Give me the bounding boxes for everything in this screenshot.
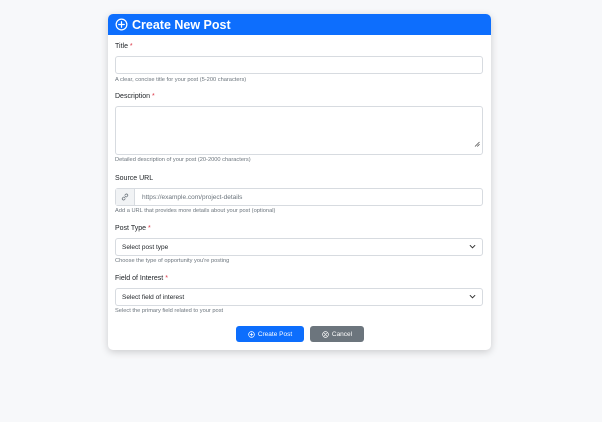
create-post-label: Create Post (257, 330, 293, 338)
page-title: Create New Post (132, 17, 231, 32)
chevron-down-icon (469, 244, 476, 251)
source-url-label: Source URL (115, 175, 154, 182)
field-of-interest-select[interactable]: Select field of interest (115, 288, 483, 306)
card-header: Create New Post (108, 14, 491, 35)
post-type-select[interactable]: Select post type (115, 238, 483, 256)
post-type-selected: Select post type (122, 243, 169, 251)
source-url-group[interactable]: https://example.com/project-details (115, 188, 483, 206)
title-label: Title * (115, 43, 133, 50)
post-type-help: Choose the type of opportunity you're po… (115, 258, 230, 264)
plus-circle-icon (248, 330, 255, 338)
source-url-input[interactable]: https://example.com/project-details (135, 194, 242, 201)
create-post-button[interactable]: Create Post (236, 326, 304, 342)
description-textarea[interactable] (115, 106, 483, 155)
required-mark: * (151, 93, 155, 100)
resize-handle-icon[interactable] (474, 134, 480, 152)
field-of-interest-help: Select the primary field related to your… (115, 308, 224, 314)
plus-circle-icon (115, 18, 128, 31)
post-type-label: Post Type * (115, 225, 151, 232)
create-post-card: Create New Post Title * A clear, concise… (108, 14, 491, 350)
field-of-interest-selected: Select field of interest (122, 293, 185, 301)
source-url-help: Add a URL that provides more details abo… (115, 208, 276, 214)
title-help: A clear, concise title for your post (5-… (115, 77, 247, 83)
required-mark: * (165, 275, 168, 282)
close-circle-icon (322, 330, 329, 338)
required-mark: * (129, 43, 133, 50)
title-input[interactable] (115, 56, 483, 74)
field-of-interest-label: Field of Interest * (115, 275, 168, 282)
link-icon (116, 189, 135, 205)
cancel-label: Cancel (331, 330, 353, 338)
required-mark: * (147, 225, 151, 232)
description-label: Description * (115, 93, 155, 100)
chevron-down-icon (469, 294, 476, 301)
description-help: Detailed description of your post (20-20… (115, 157, 251, 163)
cancel-button[interactable]: Cancel (310, 326, 364, 342)
